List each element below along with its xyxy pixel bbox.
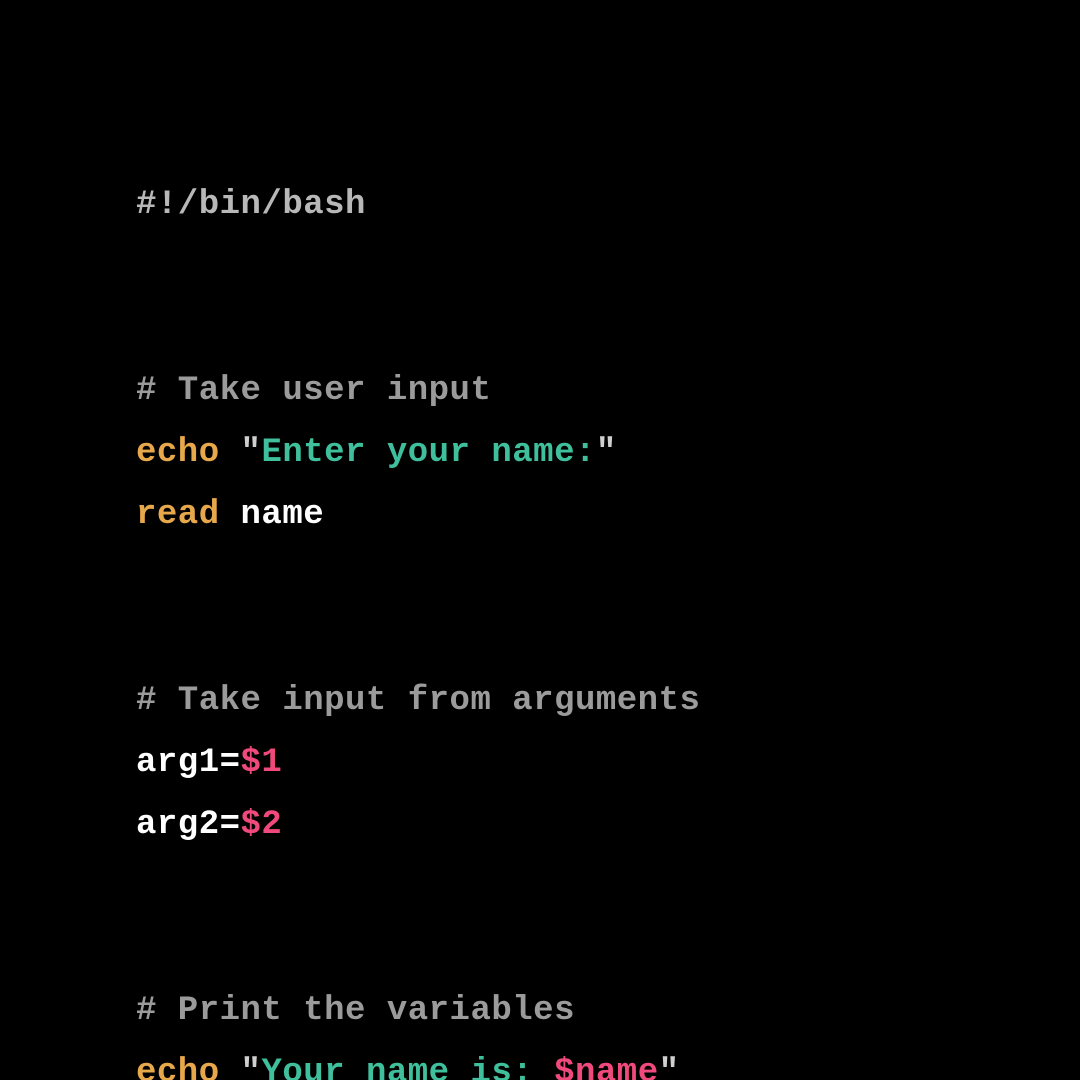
quote-open: " [241, 1054, 262, 1080]
variable-ref: $name [554, 1054, 659, 1080]
identifier: name [220, 496, 325, 534]
comment-line: # Take input from arguments [136, 682, 700, 720]
variable-ref: $2 [241, 806, 283, 844]
quote-close: " [596, 434, 617, 472]
variable-ref: $1 [241, 744, 283, 782]
read-keyword: read [136, 496, 220, 534]
assignment-lhs: arg1= [136, 744, 241, 782]
shebang-line: #!/bin/bash [136, 186, 366, 224]
quote-open: " [241, 434, 262, 472]
code-block: #!/bin/bash # Take user input echo "Ente… [0, 0, 1080, 1080]
string-literal: Your name is: [261, 1054, 554, 1080]
assignment-lhs: arg2= [136, 806, 241, 844]
quote-close: " [659, 1054, 680, 1080]
string-literal: Enter your name: [261, 434, 595, 472]
comment-line: # Take user input [136, 372, 491, 410]
echo-keyword: echo [136, 1054, 220, 1080]
echo-keyword: echo [136, 434, 220, 472]
comment-line: # Print the variables [136, 992, 575, 1030]
